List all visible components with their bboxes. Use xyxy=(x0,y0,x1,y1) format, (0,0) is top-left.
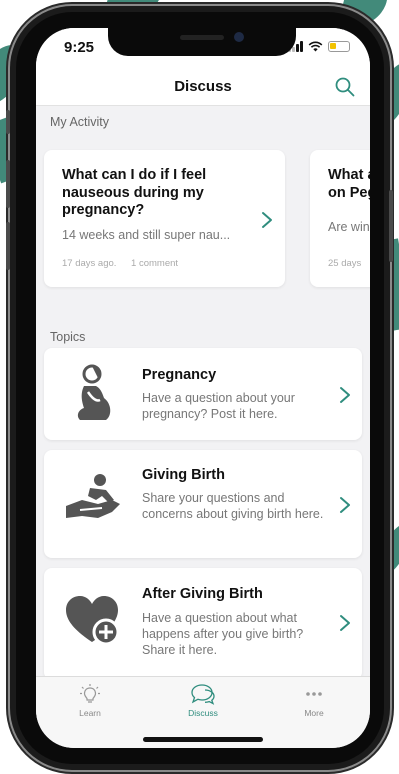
tab-discuss[interactable]: Discuss xyxy=(163,683,243,718)
volume-up-button xyxy=(6,160,10,208)
tab-label: Discuss xyxy=(188,708,218,718)
navigation-bar: Discuss xyxy=(36,72,370,106)
more-dots-icon xyxy=(306,692,322,696)
pregnant-woman-icon xyxy=(77,364,111,420)
activity-card[interactable]: What a on Peg Are win 25 days xyxy=(310,150,370,287)
topic-title: Pregnancy xyxy=(142,367,217,383)
activity-age: 25 days xyxy=(328,258,362,269)
app-screen: 9:25 Discuss My Activity What can I do i… xyxy=(36,28,370,748)
activity-meta: 17 days ago. 1 comment xyxy=(62,258,190,269)
status-time: 9:25 xyxy=(64,39,95,56)
home-indicator xyxy=(143,737,263,742)
chat-bubbles-icon xyxy=(191,684,215,705)
activity-comments: 1 comment xyxy=(131,258,179,269)
silent-switch xyxy=(6,110,10,134)
topic-card-after-giving-birth[interactable]: After Giving Birth Have a question about… xyxy=(44,568,362,680)
lightbulb-icon xyxy=(80,684,100,703)
activity-age: 17 days ago. xyxy=(62,258,117,269)
activity-subtitle: Are win xyxy=(328,220,370,234)
search-icon[interactable] xyxy=(334,76,356,98)
heart-plus-icon xyxy=(66,596,120,646)
tab-label: More xyxy=(304,708,324,718)
battery-icon xyxy=(328,41,350,52)
topic-description: Share your questions and concerns about … xyxy=(142,491,324,521)
topic-description: Have a question about what happens after… xyxy=(142,611,304,657)
tab-learn[interactable]: Learn xyxy=(50,683,130,718)
chevron-right-icon xyxy=(262,212,272,228)
activity-title: What can I do if I feel nauseous during … xyxy=(62,167,207,218)
topic-card-giving-birth[interactable]: Giving Birth Share your questions and co… xyxy=(44,450,362,558)
topic-card-pregnancy[interactable]: Pregnancy Have a question about your pre… xyxy=(44,348,362,440)
topic-title: After Giving Birth xyxy=(142,586,263,602)
chevron-right-icon xyxy=(340,497,350,513)
baby-in-hands-icon xyxy=(66,474,120,518)
my-activity-heading: My Activity xyxy=(50,115,110,129)
activity-title: What a on Peg xyxy=(328,167,370,201)
wifi-icon xyxy=(308,41,323,52)
power-button xyxy=(389,190,393,262)
topics-heading: Topics xyxy=(50,330,86,344)
phone-notch xyxy=(108,28,296,56)
activity-card[interactable]: What can I do if I feel nauseous during … xyxy=(44,150,285,287)
topic-title: Giving Birth xyxy=(142,467,225,483)
page-title: Discuss xyxy=(174,78,232,95)
tab-label: Learn xyxy=(79,708,101,718)
topic-description: Have a question about your pregnancy? Po… xyxy=(142,391,295,421)
chevron-right-icon xyxy=(340,387,350,403)
chevron-right-icon xyxy=(340,615,350,631)
activity-subtitle: 14 weeks and still super nau... xyxy=(62,228,231,242)
volume-down-button xyxy=(6,222,10,270)
status-icons xyxy=(288,41,350,52)
tab-more[interactable]: More xyxy=(274,683,354,718)
activity-meta: 25 days xyxy=(328,258,370,269)
